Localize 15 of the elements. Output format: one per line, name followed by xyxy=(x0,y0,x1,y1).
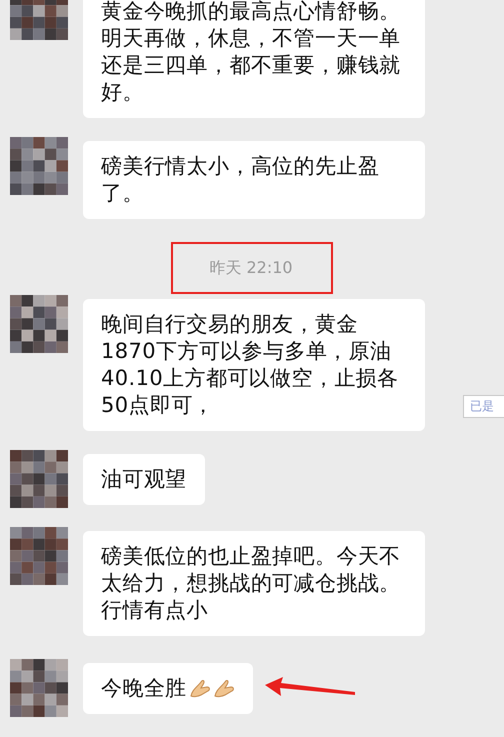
message-bubble: 晚间自行交易的朋友，黄金1870下方可以参与多单，原油40.10上方都可以做空，止损各50点即可， xyxy=(83,299,425,431)
timestamp: 昨天 22:10 xyxy=(171,242,333,294)
avatar[interactable] xyxy=(10,659,68,717)
message-bubble: 磅美行情太小，高位的先止盈了。 xyxy=(83,141,425,219)
hand-icon xyxy=(188,678,211,698)
avatar[interactable] xyxy=(10,295,68,353)
avatar[interactable] xyxy=(10,450,68,508)
avatar[interactable] xyxy=(10,137,68,195)
tooltip: 已是 xyxy=(463,395,504,418)
avatar[interactable] xyxy=(10,527,68,585)
hand-icon xyxy=(212,678,235,698)
message-bubble: 黄金今晚抓的最高点心情舒畅。明天再做，休息，不管一天一单还是三四单，都不重要，赚钱就好。 xyxy=(83,0,425,118)
message-bubble: 油可观望 xyxy=(83,454,205,505)
message-bubble: 磅美低位的也止盈掉吧。今天不太给力，想挑战的可减仓挑战。行情有点小 xyxy=(83,531,425,636)
message-text: 今晚全胜 xyxy=(101,674,187,702)
